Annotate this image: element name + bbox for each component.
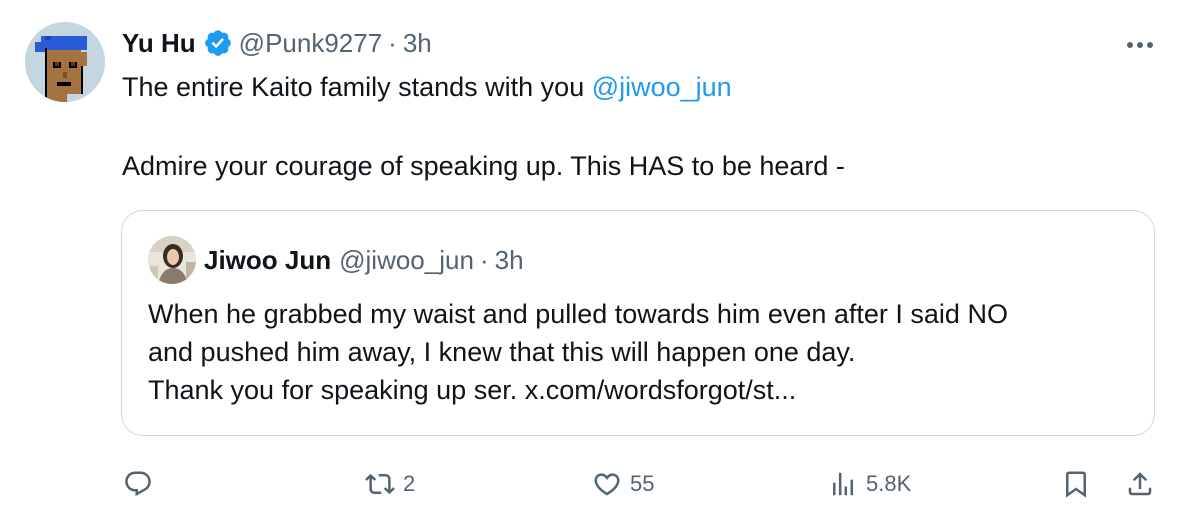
quoted-text-line: and pushed him away, I knew that this wi…: [148, 337, 856, 367]
views-count: 5.8K: [866, 471, 912, 496]
quoted-separator-dot: ·: [479, 244, 489, 275]
views-button[interactable]: 5.8K: [828, 462, 911, 506]
bookmark-button[interactable]: [1061, 462, 1091, 506]
action-bar: 2 55 5.8K: [0, 462, 1190, 506]
quoted-time[interactable]: 3h: [495, 245, 524, 276]
quoted-author-avatar[interactable]: [148, 236, 196, 284]
tweet-time[interactable]: 3h: [403, 28, 432, 59]
tweet-text-line-2: Admire your courage of speaking up. This…: [122, 151, 845, 181]
views-icon: [833, 472, 853, 496]
like-button[interactable]: 55: [592, 462, 654, 506]
retweet-count: 2: [403, 471, 416, 496]
quoted-text: When he grabbed my waist and pulled towa…: [148, 295, 1008, 409]
separator-dot: ·: [388, 27, 397, 58]
retweet-icon: [365, 473, 395, 495]
quoted-tweet[interactable]: Jiwoo Jun @jiwoo_jun · 3h When he grabbe…: [121, 210, 1155, 436]
tweet-header: Yu Hu @Punk9277 · 3h: [122, 26, 432, 60]
quoted-author-name[interactable]: Jiwoo Jun: [204, 245, 331, 276]
share-icon: [1128, 472, 1152, 496]
more-options-icon[interactable]: [1120, 30, 1160, 60]
share-button[interactable]: [1125, 462, 1155, 506]
verified-badge-icon: [204, 30, 231, 56]
heart-icon: [594, 473, 620, 496]
tweet-text-line-1: The entire Kaito family stands with you …: [122, 70, 732, 104]
quoted-header: Jiwoo Jun @jiwoo_jun · 3h: [204, 243, 524, 277]
author-handle[interactable]: @Punk9277: [239, 28, 383, 59]
quoted-author-handle[interactable]: @jiwoo_jun: [339, 245, 474, 276]
tweet-text-prefix: The entire Kaito family stands with you: [122, 72, 592, 102]
author-avatar[interactable]: [25, 22, 105, 102]
reply-button[interactable]: [123, 462, 153, 506]
reply-icon: [125, 471, 151, 497]
author-name[interactable]: Yu Hu: [122, 28, 196, 59]
mention-link[interactable]: @jiwoo_jun: [592, 72, 732, 102]
retweet-button[interactable]: 2: [365, 462, 415, 506]
quoted-text-line: When he grabbed my waist and pulled towa…: [148, 299, 1008, 329]
like-count: 55: [630, 471, 655, 496]
quoted-text-line: Thank you for speaking up ser. x.com/wor…: [148, 375, 797, 405]
bookmark-icon: [1066, 471, 1086, 498]
